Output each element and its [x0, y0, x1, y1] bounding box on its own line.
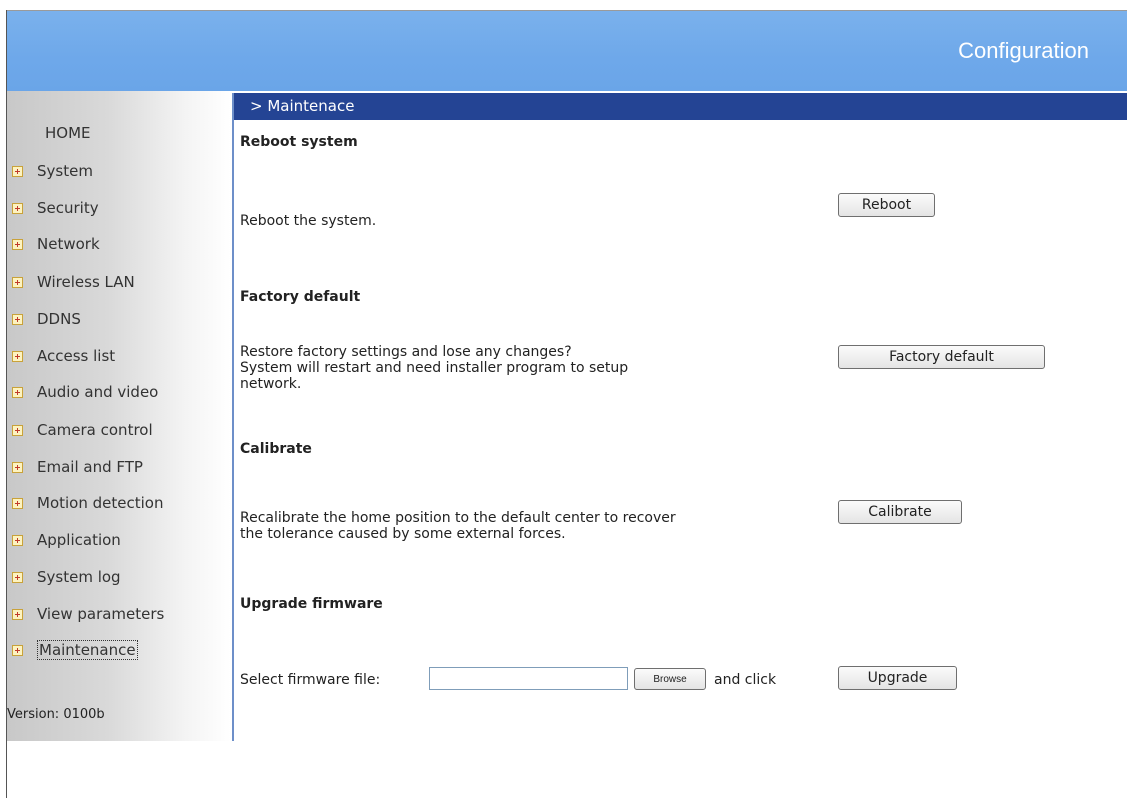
sidebar-item-security[interactable]: Security: [12, 196, 99, 220]
expand-plus-icon[interactable]: [12, 165, 23, 177]
sidebar-item-maintenance[interactable]: Maintenance: [12, 638, 138, 662]
reboot-section-title: Reboot system: [240, 134, 358, 150]
breadcrumb-bar: > Maintenace: [234, 93, 1127, 120]
expand-plus-icon[interactable]: [12, 313, 23, 325]
sidebar-item-audio-and-video[interactable]: Audio and video: [12, 380, 158, 404]
calibrate-description-line: Recalibrate the home position to the def…: [240, 510, 676, 526]
expand-plus-icon[interactable]: [12, 571, 23, 583]
header-banner: Configuration: [7, 11, 1127, 91]
and-click-text: and click: [714, 672, 777, 688]
sidebar-item-network[interactable]: Network: [12, 232, 100, 256]
sidebar-item-access-list[interactable]: Access list: [12, 344, 115, 368]
sidebar-item-label: View parameters: [37, 605, 165, 623]
factory-default-description: Restore factory settings and lose any ch…: [240, 344, 628, 392]
sidebar-item-label: System log: [37, 568, 121, 586]
sidebar-item-label: Security: [37, 199, 99, 217]
expand-plus-icon[interactable]: [12, 350, 23, 362]
calibrate-section-title: Calibrate: [240, 441, 312, 457]
upgrade-button[interactable]: Upgrade: [838, 666, 957, 690]
expand-plus-icon[interactable]: [12, 276, 23, 288]
content-divider: [232, 93, 234, 741]
factory-default-description-line: network.: [240, 376, 302, 392]
sidebar-item-application[interactable]: Application: [12, 528, 121, 552]
sidebar: HOME System Security Network Wireless LA…: [7, 91, 231, 741]
sidebar-item-label: Wireless LAN: [37, 273, 135, 291]
sidebar-item-label: Audio and video: [37, 383, 159, 401]
firmware-file-input[interactable]: [429, 667, 628, 690]
expand-plus-icon[interactable]: [12, 608, 23, 620]
sidebar-item-label: Camera control: [37, 421, 153, 439]
browse-button[interactable]: Browse: [634, 668, 706, 690]
calibrate-description-line: the tolerance caused by some external fo…: [240, 526, 566, 542]
sidebar-item-system-log[interactable]: System log: [12, 565, 121, 589]
upgrade-firmware-section-title: Upgrade firmware: [240, 596, 383, 612]
sidebar-item-label: Maintenance: [37, 640, 138, 660]
sidebar-home-link[interactable]: HOME: [45, 124, 91, 142]
sidebar-item-label: Motion detection: [37, 494, 164, 512]
sidebar-item-camera-control[interactable]: Camera control: [12, 418, 153, 442]
reboot-description: Reboot the system.: [240, 213, 377, 229]
calibrate-description: Recalibrate the home position to the def…: [240, 510, 676, 542]
expand-plus-icon[interactable]: [12, 202, 23, 214]
firmware-file-label: Select firmware file:: [240, 672, 381, 688]
expand-plus-icon[interactable]: [12, 461, 23, 473]
sidebar-item-label: DDNS: [37, 310, 81, 328]
sidebar-item-label: Network: [37, 235, 100, 253]
factory-default-button[interactable]: Factory default: [838, 345, 1045, 369]
factory-default-section-title: Factory default: [240, 289, 361, 305]
expand-plus-icon[interactable]: [12, 497, 23, 509]
sidebar-item-wireless-lan[interactable]: Wireless LAN: [12, 270, 135, 294]
sidebar-item-label: Application: [37, 531, 121, 549]
reboot-button[interactable]: Reboot: [838, 193, 935, 217]
header-title: Configuration: [958, 38, 1089, 63]
expand-plus-icon[interactable]: [12, 534, 23, 546]
sidebar-item-view-parameters[interactable]: View parameters: [12, 602, 164, 626]
sidebar-item-ddns[interactable]: DDNS: [12, 307, 81, 331]
calibrate-button[interactable]: Calibrate: [838, 500, 962, 524]
sidebar-item-label: Access list: [37, 347, 116, 365]
sidebar-item-label: Email and FTP: [37, 458, 143, 476]
sidebar-item-label: System: [37, 162, 93, 180]
factory-default-description-line: System will restart and need installer p…: [240, 360, 629, 376]
sidebar-item-email-and-ftp[interactable]: Email and FTP: [12, 455, 143, 479]
version-text: Version: 0100b: [7, 707, 105, 722]
sidebar-item-motion-detection[interactable]: Motion detection: [12, 491, 163, 515]
expand-plus-icon[interactable]: [12, 644, 23, 656]
breadcrumb: > Maintenace: [250, 97, 355, 115]
expand-plus-icon[interactable]: [12, 424, 23, 436]
expand-plus-icon[interactable]: [12, 238, 23, 250]
expand-plus-icon[interactable]: [12, 386, 23, 398]
factory-default-description-line: Restore factory settings and lose any ch…: [240, 344, 572, 360]
sidebar-item-system[interactable]: System: [12, 159, 93, 183]
